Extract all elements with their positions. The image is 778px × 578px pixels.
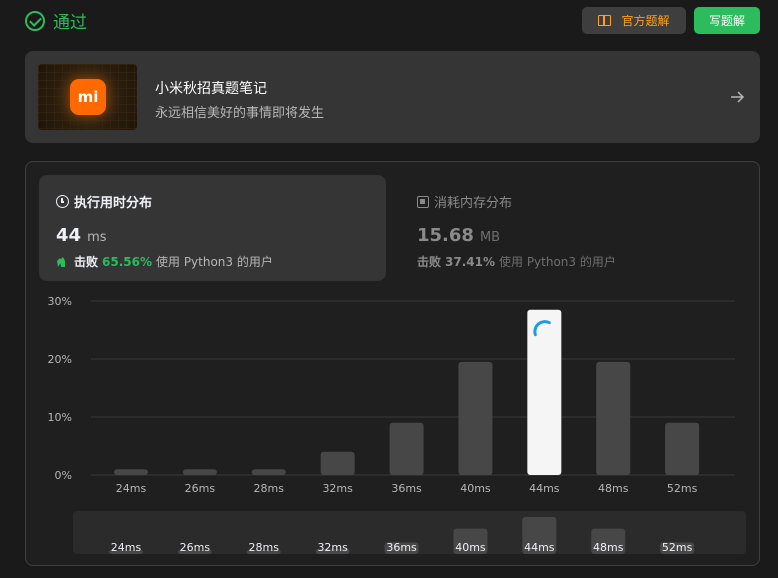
promo-banner[interactable]: mi 小米秋招真题笔记 永远相信美好的事情即将发生: [25, 51, 760, 143]
official-solution-label: 官方题解: [621, 14, 670, 28]
bar: [182, 469, 217, 475]
bar: [251, 469, 286, 475]
overview-tick-label: 44ms: [524, 541, 555, 554]
status: 通过: [25, 8, 87, 33]
x-tick-label: 52ms: [667, 482, 698, 495]
promo-thumbnail: mi: [38, 64, 137, 130]
x-tick-label: 32ms: [322, 482, 353, 495]
bar: [527, 309, 562, 475]
write-solution-button[interactable]: 写题解: [694, 7, 760, 34]
book-icon: [598, 15, 612, 26]
bar: [596, 361, 631, 475]
distribution-panel: 执行用时分布 44 ms 击败 65.56% 使用 Python3 的用户 消耗…: [25, 161, 760, 566]
arrow-right-icon[interactable]: [729, 89, 745, 105]
check-circle-icon: [25, 10, 45, 31]
overview-tick-label: 48ms: [593, 541, 624, 554]
overview-tick-label: 24ms: [111, 541, 142, 554]
x-tick-label: 26ms: [185, 482, 216, 495]
x-tick-label: 44ms: [529, 482, 560, 495]
result-header: 通过 官方题解 写题解: [25, 7, 760, 34]
y-tick-label: 20%: [48, 353, 72, 366]
status-text: 通过: [53, 13, 87, 33]
x-tick-label: 36ms: [391, 482, 422, 495]
x-tick-label: 24ms: [116, 482, 147, 495]
y-tick-label: 0%: [55, 469, 72, 482]
bar: [320, 451, 355, 475]
overview-tick-label: 32ms: [317, 541, 348, 554]
runtime-distribution-chart: 0% 10% 20% 30% 24ms 26ms 28ms 32ms 36ms 40ms 44ms 4…: [48, 295, 746, 554]
promo-title: 小米秋招真题笔记: [155, 81, 267, 97]
x-tick-label: 48ms: [598, 482, 629, 495]
xiaomi-logo: mi: [70, 79, 106, 115]
bar: [458, 361, 493, 475]
overview-tick-label: 28ms: [249, 541, 280, 554]
y-tick-label: 30%: [48, 295, 72, 308]
promo-subtitle: 永远相信美好的事情即将发生: [155, 106, 325, 121]
overview-tick-label: 26ms: [180, 541, 211, 554]
bar: [665, 422, 700, 475]
official-solution-button[interactable]: 官方题解: [582, 7, 686, 34]
y-tick-label: 10%: [48, 411, 72, 424]
x-tick-label: 40ms: [460, 482, 491, 495]
bar: [389, 422, 424, 475]
x-tick-label: 28ms: [254, 482, 285, 495]
overview-tick-label: 40ms: [455, 541, 486, 554]
bar: [114, 469, 148, 475]
overview-tick-label: 52ms: [662, 541, 693, 554]
overview-tick-label: 36ms: [386, 541, 417, 554]
